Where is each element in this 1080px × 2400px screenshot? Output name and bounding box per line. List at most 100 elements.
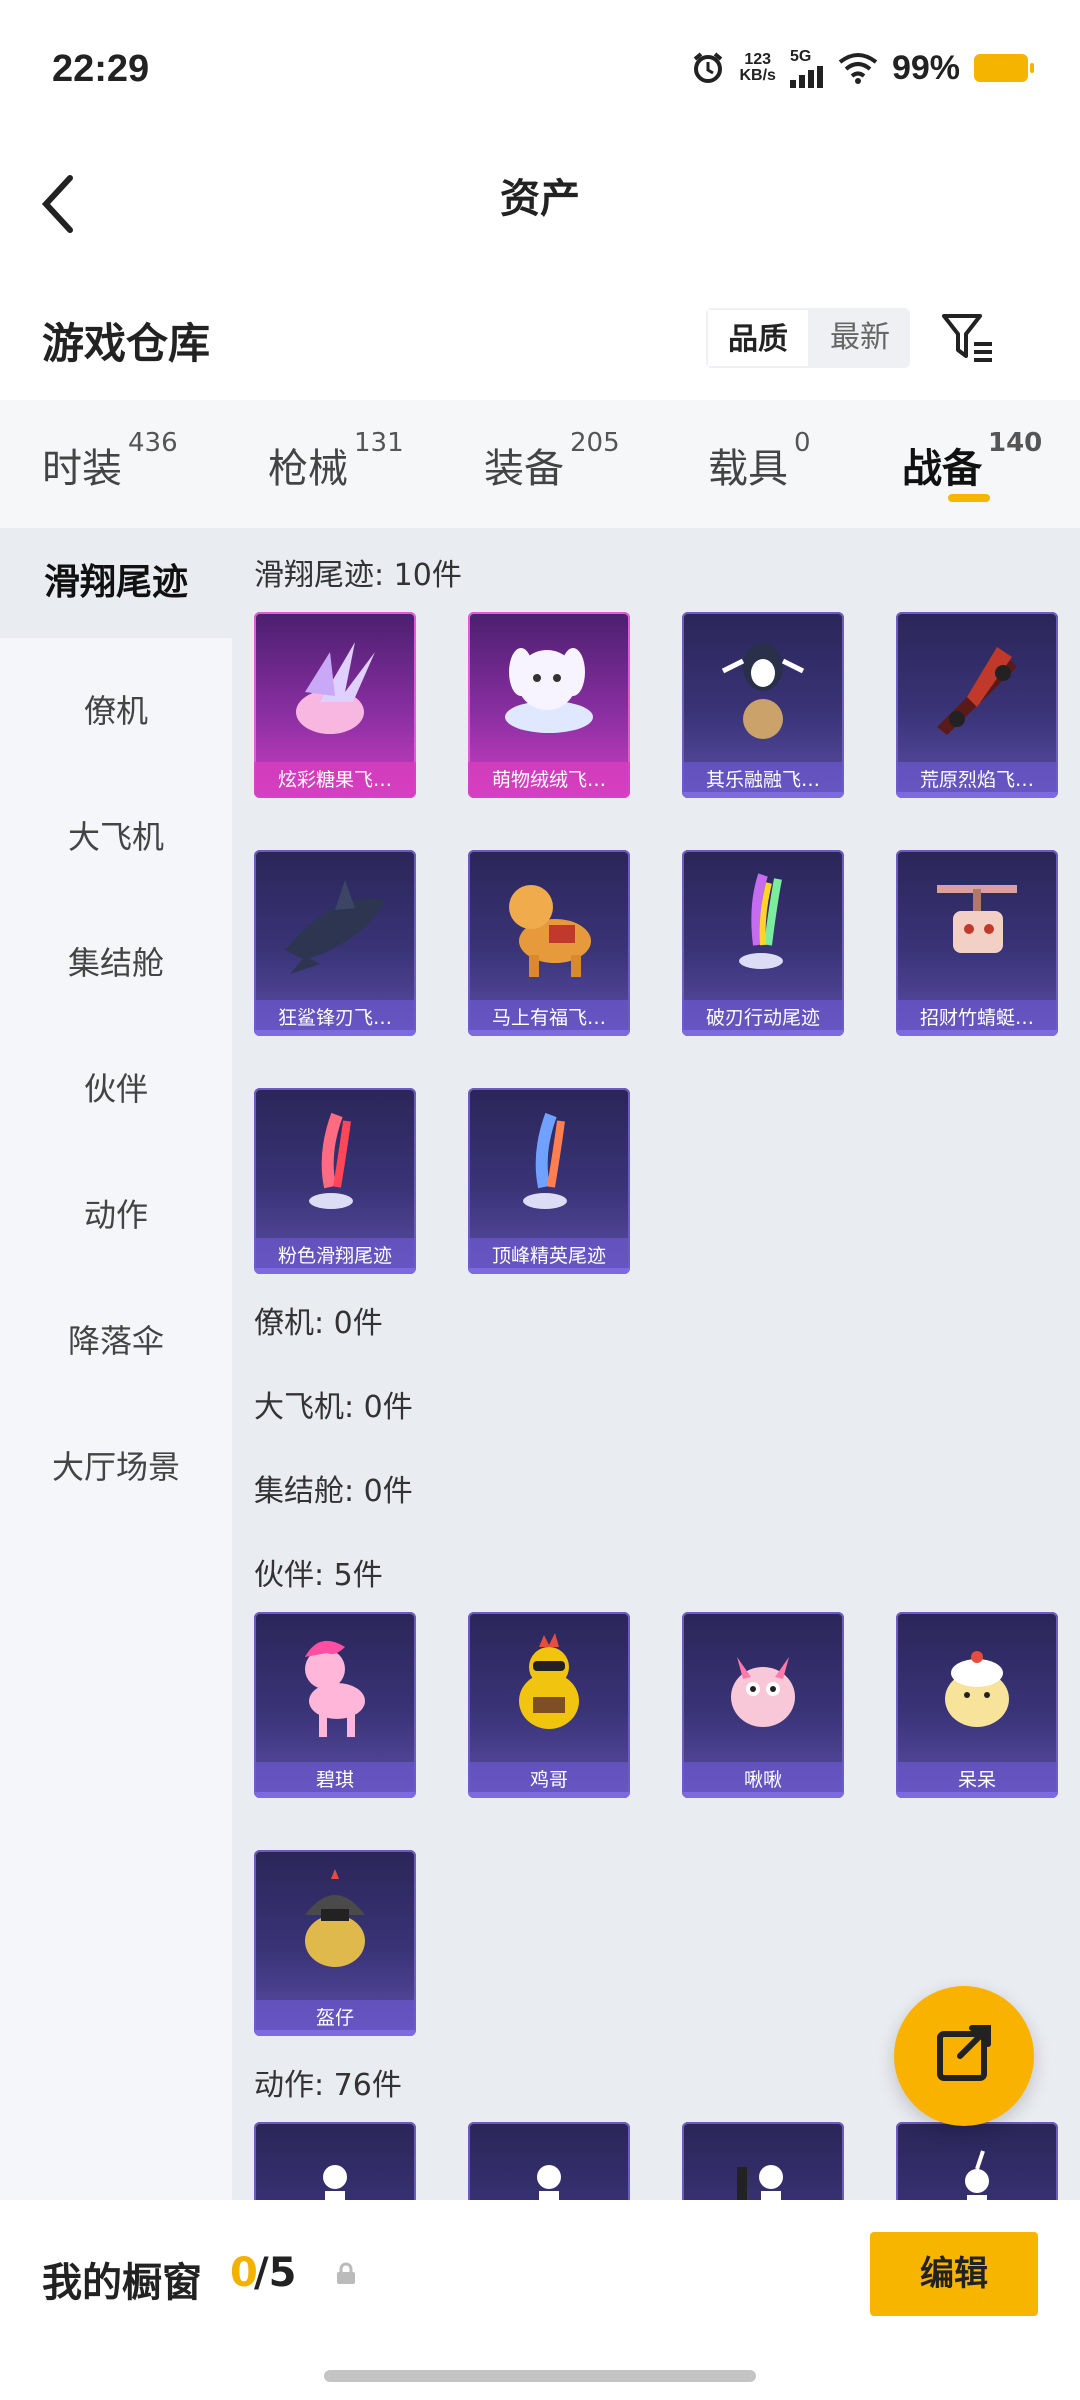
item-card[interactable]: 呆呆 [896, 1612, 1058, 1798]
section-title-partner: 伙伴: 5件 [254, 1558, 383, 1593]
net-speed: 123 KB/s [739, 52, 775, 84]
status-icons: 123 KB/s 5G 99% [691, 48, 1034, 88]
item-card[interactable]: 破刃行动尾迹 [682, 850, 844, 1036]
rarity-bar [682, 792, 844, 798]
tab-count: 140 [988, 428, 1043, 458]
item-card[interactable]: 粉色滑翔尾迹 [254, 1088, 416, 1274]
rarity-bar [896, 792, 1058, 798]
horse-glider-image [468, 850, 630, 1000]
item-card[interactable]: 炫彩糖果飞… [254, 612, 416, 798]
item-card[interactable]: 狂鲨锋刃飞… [254, 850, 416, 1036]
sidebar-item-parachute[interactable]: 降落伞 [0, 1286, 232, 1396]
sidebar-item-wingman[interactable]: 僚机 [0, 656, 232, 766]
tab-count: 436 [128, 428, 178, 458]
item-card[interactable]: 鸡哥 [468, 1612, 630, 1798]
rarity-bar [896, 1030, 1058, 1036]
sidebar-item-emote[interactable]: 动作 [0, 1160, 232, 1270]
fluffy-glider-image [468, 612, 630, 762]
sort-newest-button[interactable]: 最新 [810, 308, 910, 368]
showcase-bar: 我的橱窗 0 /5 编辑 [0, 2200, 1080, 2400]
sidebar-item-partner[interactable]: 伙伴 [0, 1034, 232, 1144]
item-card[interactable]: 盔仔 [254, 1850, 416, 2036]
sidebar-item-glide-trail[interactable]: 滑翔尾迹 [0, 528, 232, 638]
tab-count: 131 [354, 428, 404, 458]
showcase-count-total: /5 [254, 2250, 297, 2296]
emote-figure-image [468, 2122, 630, 2200]
item-card[interactable]: 碧琪 [254, 1612, 416, 1798]
section-title-plane: 大飞机: 0件 [254, 1390, 413, 1425]
flame-glider-image [896, 612, 1058, 762]
tab-vehicles[interactable]: 载具0 [708, 428, 811, 494]
elite-trail-image [468, 1088, 630, 1238]
sidebar-item-lobby-scene[interactable]: 大厅场景 [0, 1412, 232, 1522]
tab-label: 时装 [42, 446, 122, 492]
section-title-pod: 集结舱: 0件 [254, 1474, 413, 1509]
helmet-chick-image [254, 1850, 416, 2000]
item-card[interactable]: 马上有福飞… [468, 850, 630, 1036]
item-card[interactable] [682, 2122, 844, 2200]
battery-percent: 99% [891, 48, 960, 87]
item-card[interactable]: 顶峰精英尾迹 [468, 1088, 630, 1274]
home-indicator[interactable] [324, 2370, 756, 2382]
item-card[interactable]: 其乐融融飞… [682, 612, 844, 798]
pink-trail-image [254, 1088, 416, 1238]
wifi-icon [838, 53, 878, 84]
emote-figure-image [254, 2122, 416, 2200]
penguin-glider-image [682, 612, 844, 762]
item-card[interactable]: 招财竹蜻蜓… [896, 850, 1058, 1036]
tab-label: 战备 [902, 446, 982, 492]
rarity-bar [254, 2030, 416, 2036]
warehouse-title: 游戏仓库 [42, 319, 211, 368]
sort-toggle: 品质 最新 [706, 308, 910, 368]
top-app-bar: 资产 [0, 140, 1080, 270]
page-title: 资产 [500, 176, 580, 222]
item-card[interactable] [896, 2122, 1058, 2200]
tab-equipment[interactable]: 装备205 [484, 428, 620, 494]
item-name: 炫彩糖果飞… [254, 762, 416, 798]
chicken-image [468, 1612, 630, 1762]
status-bar: 22:29 123 KB/s 5G 99% [0, 0, 1080, 140]
sidebar-item-pod[interactable]: 集结舱 [0, 908, 232, 1018]
item-card[interactable] [468, 2122, 630, 2200]
shark-glider-image [254, 850, 416, 1000]
sidebar-item-plane[interactable]: 大飞机 [0, 782, 232, 892]
edit-button[interactable]: 编辑 [870, 2232, 1038, 2316]
item-card[interactable]: 荒原烈焰飞… [896, 612, 1058, 798]
rarity-bar [468, 1030, 630, 1036]
tab-tactical[interactable]: 战备140 [902, 428, 1042, 494]
rarity-bar [468, 1792, 630, 1798]
clock: 22:29 [52, 48, 150, 90]
sort-quality-button[interactable]: 品质 [706, 308, 810, 368]
net-speed-value: 123 [744, 51, 772, 68]
emote-figure-image [682, 2122, 844, 2200]
category-tabs: 时装436 枪械131 装备205 载具0 战备140 [0, 400, 1080, 528]
item-card[interactable] [254, 2122, 416, 2200]
active-tab-indicator [948, 494, 990, 502]
tab-count: 205 [570, 428, 620, 458]
tab-fashion[interactable]: 时装436 [42, 428, 178, 494]
battery-icon [974, 54, 1034, 82]
emote-figure-image [896, 2122, 1058, 2200]
section-title-wingman: 僚机: 0件 [254, 1306, 383, 1341]
chick-image [896, 1612, 1058, 1762]
filter-icon[interactable] [940, 310, 996, 366]
rarity-bar [254, 1792, 416, 1798]
rarity-bar [254, 1030, 416, 1036]
pinkie-pony-image [254, 1612, 416, 1762]
showcase-title: 我的橱窗 [42, 2260, 202, 2306]
share-button[interactable] [894, 1986, 1034, 2126]
pink-creature-image [682, 1612, 844, 1762]
share-icon [937, 2025, 991, 2081]
rarity-bar [468, 1268, 630, 1274]
bamboo-copter-image [896, 850, 1058, 1000]
alarm-icon [694, 52, 723, 83]
rarity-bar [682, 1030, 844, 1036]
item-card[interactable]: 萌物绒绒飞… [468, 612, 630, 798]
item-card[interactable]: 啾啾 [682, 1612, 844, 1798]
tab-label: 枪械 [268, 446, 348, 492]
item-name: 萌物绒绒飞… [468, 762, 630, 798]
rarity-bar [896, 1792, 1058, 1798]
sidebar: 滑翔尾迹 僚机 大飞机 集结舱 伙伴 动作 降落伞 大厅场景 [0, 528, 232, 2200]
rarity-bar [682, 1792, 844, 1798]
tab-firearms[interactable]: 枪械131 [268, 428, 404, 494]
